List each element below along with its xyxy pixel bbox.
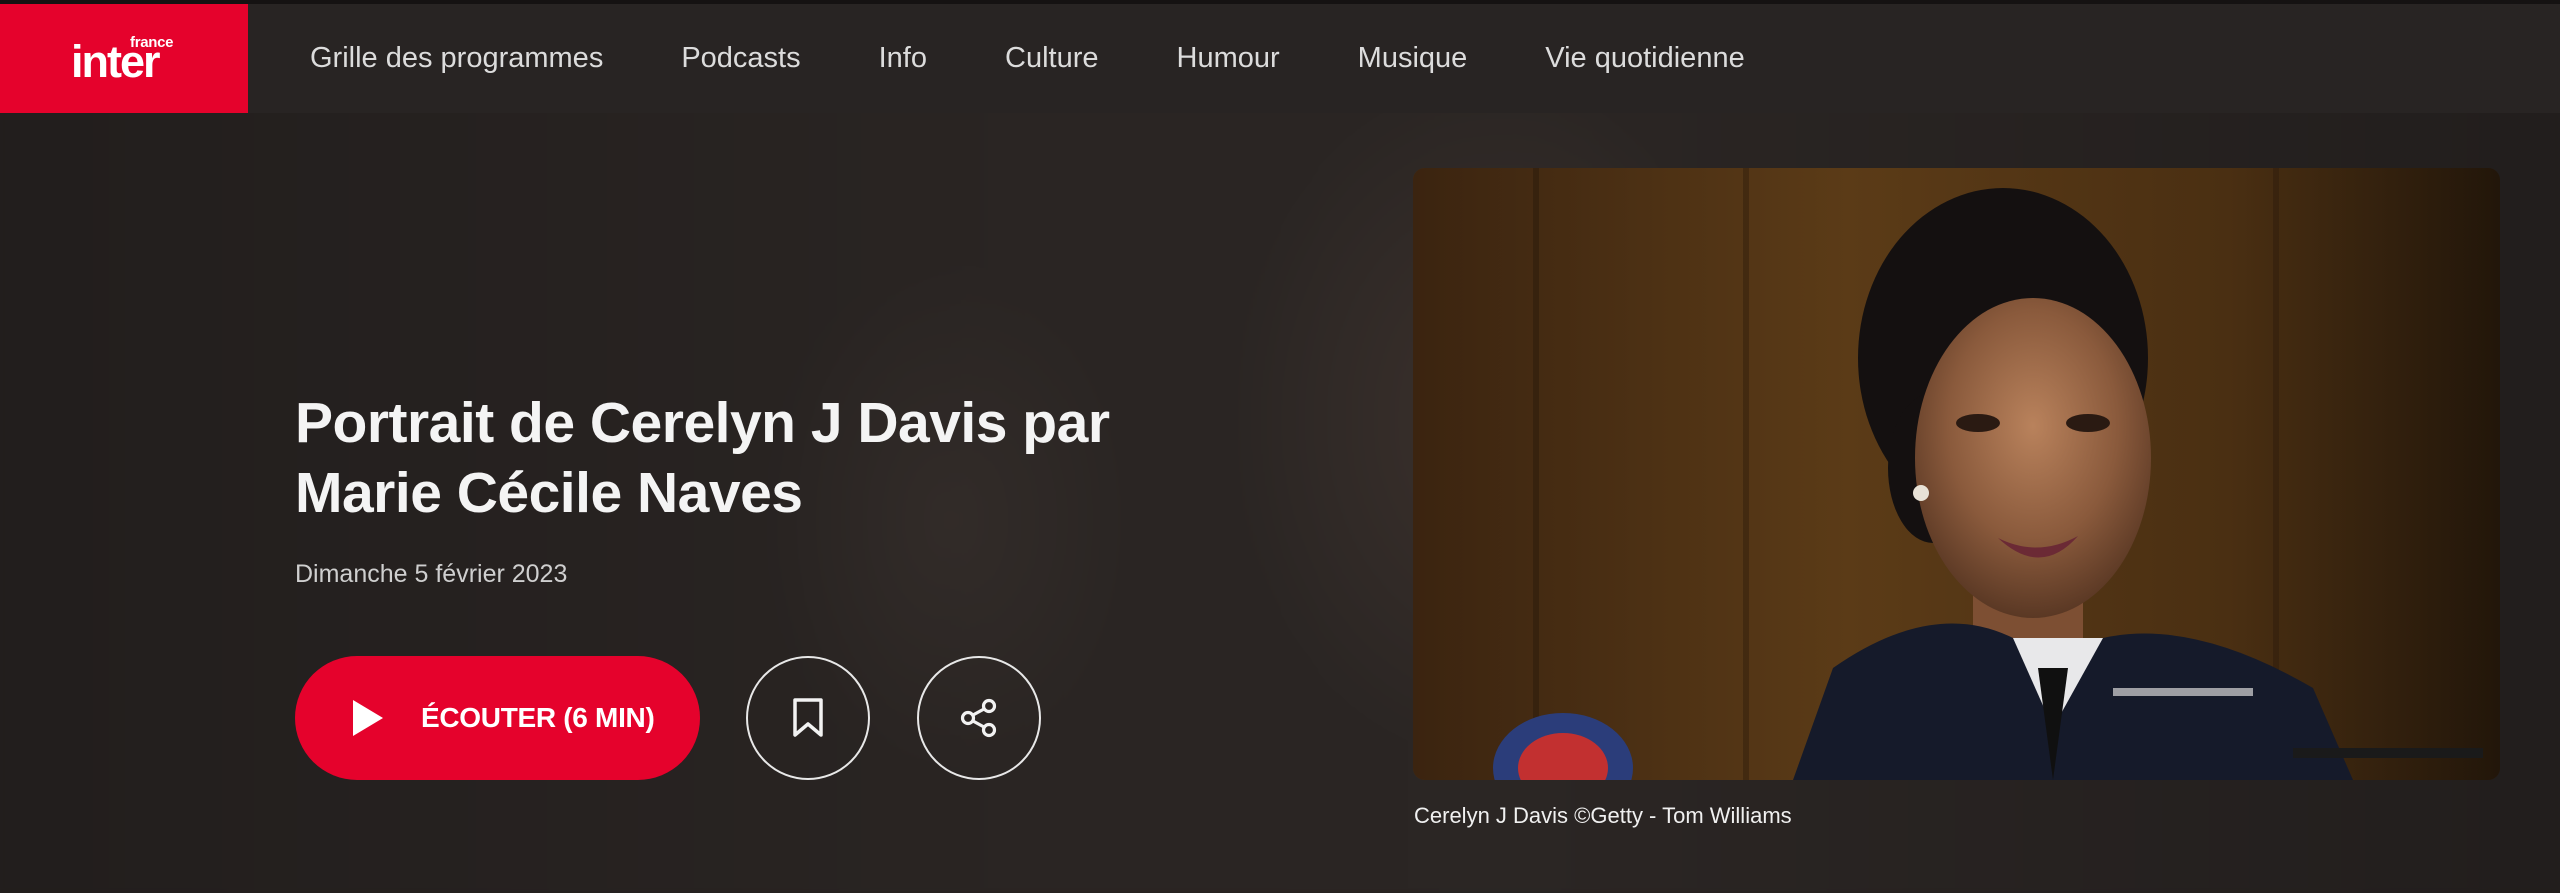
- share-icon: [960, 698, 997, 738]
- nav-item-podcasts[interactable]: Podcasts: [681, 42, 800, 75]
- france-inter-logo[interactable]: france inter: [0, 4, 248, 113]
- top-navigation: france inter Grille des programmes Podca…: [0, 0, 2560, 113]
- photo-caption: Cerelyn J Davis ©Getty - Tom Williams: [1414, 803, 1792, 828]
- nav-item-info[interactable]: Info: [879, 42, 927, 75]
- episode-photo: [1413, 168, 2500, 780]
- nav-item-musique[interactable]: Musique: [1358, 42, 1468, 75]
- episode-title: Portrait de Cerelyn J Davis par Marie Cé…: [295, 391, 1110, 525]
- logo-brand-main: inter: [71, 36, 161, 87]
- bookmark-button[interactable]: [746, 656, 870, 780]
- nav-item-humour[interactable]: Humour: [1177, 42, 1280, 75]
- share-button[interactable]: [917, 656, 1041, 780]
- play-icon: [353, 700, 383, 736]
- nav-item-vie-quotidienne[interactable]: Vie quotidienne: [1545, 42, 1744, 75]
- nav-item-grille-des-programmes[interactable]: Grille des programmes: [310, 42, 603, 75]
- episode-date: Dimanche 5 février 2023: [295, 560, 568, 588]
- main-menu: Grille des programmes Podcasts Info Cult…: [248, 4, 1823, 113]
- nav-item-culture[interactable]: Culture: [1005, 42, 1099, 75]
- portrait-illustration: [1413, 168, 2500, 780]
- listen-button-label: ÉCOUTER (6 MIN): [421, 702, 655, 733]
- bookmark-icon: [793, 698, 823, 737]
- listen-button[interactable]: ÉCOUTER (6 MIN): [295, 656, 700, 780]
